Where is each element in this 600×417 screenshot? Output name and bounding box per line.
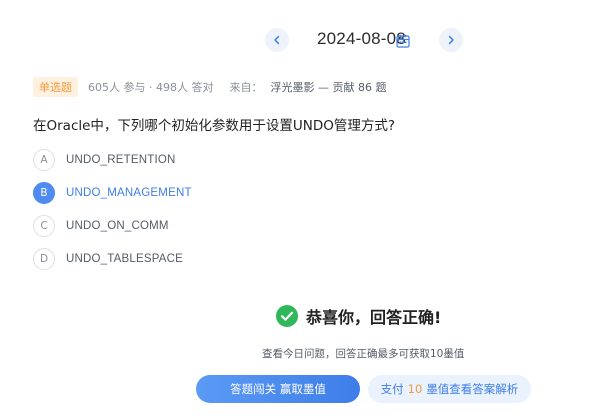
option-label: UNDO_RETENTION (66, 154, 176, 166)
check-circle-icon (276, 305, 298, 327)
participation-stats: 605人 参与 · 498人 答对 (88, 81, 214, 94)
analysis-label: 墨值查看答案解析 (426, 382, 519, 396)
pay-label: 支付 (380, 382, 404, 396)
option-label: UNDO_ON_COMM (66, 220, 169, 232)
coin-amount: 10 (407, 382, 423, 396)
option-letter: B (33, 182, 55, 204)
option-d[interactable]: D UNDO_TABLESPACE (33, 248, 192, 270)
result-banner: 恭喜你，回答正确! (276, 304, 441, 328)
option-b[interactable]: B UNDO_MANAGEMENT (33, 182, 192, 204)
reward-hint: 查看今日问题，回答正确最多可获取10墨值 (262, 348, 465, 360)
chevron-right-icon (448, 35, 454, 45)
date-navigator: 2024-08-08 (0, 28, 600, 54)
option-label: UNDO_MANAGEMENT (66, 187, 192, 199)
question-type-badge: 单选题 (33, 77, 78, 97)
option-label: UNDO_TABLESPACE (66, 253, 183, 265)
option-c[interactable]: C UNDO_ON_COMM (33, 215, 192, 237)
challenge-button[interactable]: 答题闯关 赢取墨值 (196, 375, 360, 403)
option-letter: A (33, 149, 55, 171)
question-meta: 单选题 605人 参与 · 498人 答对 来自： 浮光墨影 — 贡献 86 题 (33, 77, 386, 97)
view-analysis-button[interactable]: 支付 10 墨值查看答案解析 (368, 375, 531, 403)
options-list: A UNDO_RETENTION B UNDO_MANAGEMENT C UND… (33, 149, 192, 281)
calendar-icon[interactable] (396, 34, 410, 48)
author-link[interactable]: 浮光墨影 — 贡献 86 题 (270, 79, 386, 95)
result-message: 恭喜你，回答正确! (306, 308, 442, 327)
next-day-button[interactable] (439, 28, 463, 52)
option-letter: C (33, 215, 55, 237)
previous-day-button[interactable] (265, 28, 289, 52)
chevron-left-icon (274, 35, 280, 45)
source-label: 来自： (229, 81, 263, 94)
option-letter: D (33, 248, 55, 270)
current-date: 2024-08-08 (317, 29, 406, 48)
option-a[interactable]: A UNDO_RETENTION (33, 149, 192, 171)
question-text: 在Oracle中，下列哪个初始化参数用于设置UNDO管理方式? (33, 118, 396, 134)
